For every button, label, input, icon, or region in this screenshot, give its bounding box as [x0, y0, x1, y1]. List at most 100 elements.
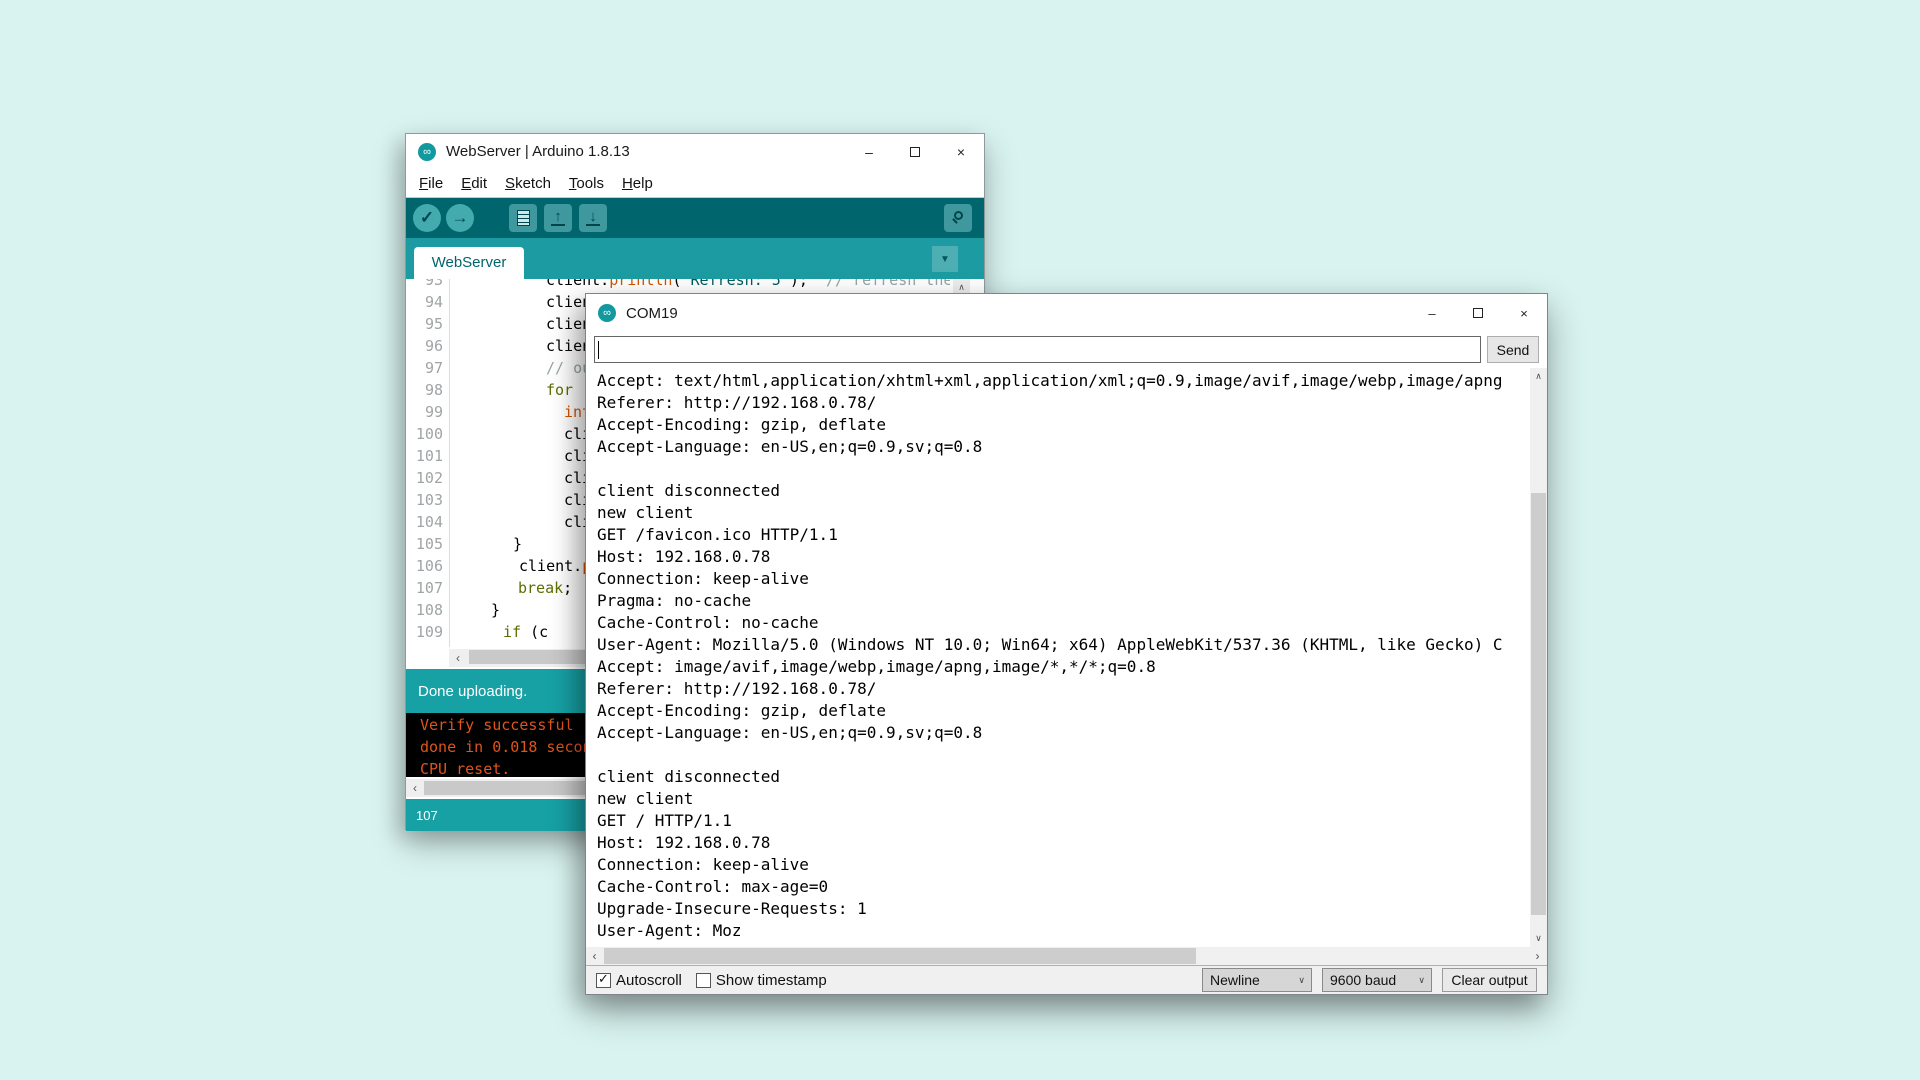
serial-output-line: client disconnected: [597, 767, 1527, 789]
serial-horizontal-scrollbar[interactable]: ‹ ›: [586, 947, 1547, 965]
line-number: 93: [406, 279, 449, 293]
show-timestamp-label: Show timestamp: [716, 972, 827, 989]
show-timestamp-checkbox[interactable]: [696, 973, 711, 988]
minimize-button[interactable]: –: [1409, 294, 1455, 332]
toolbar: ✓ → ↑ ↓: [406, 198, 984, 238]
line-number: 94: [406, 293, 449, 315]
line-number: 105: [406, 535, 449, 557]
serial-output-line: Accept-Encoding: gzip, deflate: [597, 415, 1527, 437]
serial-output-line: Host: 192.168.0.78: [597, 833, 1527, 855]
autoscroll-checkbox[interactable]: ✓: [596, 973, 611, 988]
minimize-button[interactable]: –: [846, 134, 892, 169]
maximize-icon: [1473, 308, 1483, 318]
serial-output-line: Upgrade-Insecure-Requests: 1: [597, 899, 1527, 921]
serial-output-line: [597, 459, 1527, 481]
close-button[interactable]: ×: [1501, 294, 1547, 332]
open-button[interactable]: ↑: [544, 204, 572, 232]
serial-vertical-scrollbar[interactable]: ∧ ∨: [1530, 368, 1547, 947]
serial-output-line: User-Agent: Mozilla/5.0 (Windows NT 10.0…: [597, 635, 1527, 657]
line-number-gutter: 9394959697989910010110210310410510610710…: [406, 279, 449, 645]
serial-output-line: GET /favicon.ico HTTP/1.1: [597, 525, 1527, 547]
line-number: 104: [406, 513, 449, 535]
serial-output-area: Accept: text/html,application/xhtml+xml,…: [586, 368, 1547, 947]
upload-arrow-icon: →: [452, 208, 469, 228]
serial-monitor-button[interactable]: [944, 204, 972, 232]
serial-output-line: Accept: text/html,application/xhtml+xml,…: [597, 371, 1527, 393]
serial-output-line: Referer: http://192.168.0.78/: [597, 393, 1527, 415]
upload-button[interactable]: →: [446, 204, 474, 232]
serial-output-line: Accept-Encoding: gzip, deflate: [597, 701, 1527, 723]
checkmark-icon: ✓: [598, 971, 609, 987]
maximize-button[interactable]: [892, 134, 938, 169]
serial-vscroll-thumb[interactable]: [1531, 493, 1546, 915]
serial-window-title: COM19: [626, 305, 678, 322]
line-number: 106: [406, 557, 449, 579]
serial-controls-bar: ✓ Autoscroll Show timestamp Newline ∨ 96…: [586, 965, 1547, 994]
serial-message-input[interactable]: [594, 336, 1481, 363]
scroll-down-icon[interactable]: ∨: [1530, 930, 1547, 947]
serial-monitor-window: ∞ COM19 – × Send Accept: text/html,appli…: [585, 293, 1548, 995]
clear-output-button[interactable]: Clear output: [1442, 968, 1537, 992]
menu-tools[interactable]: Tools: [560, 172, 613, 195]
menu-sketch[interactable]: Sketch: [496, 172, 560, 195]
serial-output-line: Host: 192.168.0.78: [597, 547, 1527, 569]
serial-input-row: Send: [586, 332, 1547, 368]
arduino-window-title: WebServer | Arduino 1.8.13: [446, 143, 630, 160]
serial-hscroll-thumb[interactable]: [604, 948, 1196, 964]
scroll-right-icon[interactable]: ›: [1529, 947, 1546, 965]
serial-output-line: Pragma: no-cache: [597, 591, 1527, 613]
serial-output-line: Accept-Language: en-US,en;q=0.9,sv;q=0.8: [597, 723, 1527, 745]
upload-status-text: Done uploading.: [418, 683, 527, 700]
save-icon: ↓: [585, 209, 601, 227]
serial-output-line: Connection: keep-alive: [597, 569, 1527, 591]
new-sketch-icon: [517, 210, 530, 226]
serial-output-line: [597, 745, 1527, 767]
autoscroll-label: Autoscroll: [616, 972, 682, 989]
tab-webserver[interactable]: WebServer: [414, 247, 524, 279]
line-number: 109: [406, 623, 449, 645]
serial-output-line: GET / HTTP/1.1: [597, 811, 1527, 833]
serial-output-text: Accept: text/html,application/xhtml+xml,…: [597, 371, 1527, 943]
save-button[interactable]: ↓: [579, 204, 607, 232]
arduino-infinity-icon: ∞: [418, 143, 436, 161]
line-ending-value: Newline: [1210, 972, 1260, 988]
sketch-tabbar: WebServer ▼: [406, 238, 984, 279]
line-number: 101: [406, 447, 449, 469]
line-ending-dropdown[interactable]: Newline ∨: [1202, 968, 1312, 992]
verify-button[interactable]: ✓: [413, 204, 441, 232]
code-line: client.println("Refresh: 5"); // refresh…: [456, 279, 950, 293]
menu-file[interactable]: File: [410, 172, 452, 195]
baud-rate-value: 9600 baud: [1330, 972, 1396, 988]
menu-edit[interactable]: Edit: [452, 172, 496, 195]
verify-check-icon: ✓: [420, 208, 434, 228]
menu-bar: FileEditSketchToolsHelp: [406, 169, 984, 198]
scroll-up-icon[interactable]: ∧: [1530, 368, 1547, 385]
serial-output-line: Accept: image/avif,image/webp,image/apng…: [597, 657, 1527, 679]
tab-list-button[interactable]: ▼: [932, 246, 958, 272]
serial-output-line: Referer: http://192.168.0.78/: [597, 679, 1527, 701]
menu-help[interactable]: Help: [613, 172, 662, 195]
scroll-left-icon[interactable]: ‹: [586, 947, 603, 965]
line-number: 103: [406, 491, 449, 513]
line-number: 98: [406, 381, 449, 403]
send-button[interactable]: Send: [1487, 336, 1539, 363]
chevron-down-icon: ∨: [1298, 975, 1305, 986]
serial-monitor-icon: [950, 210, 966, 226]
new-sketch-button[interactable]: [509, 204, 537, 232]
current-line-number: 107: [416, 808, 438, 823]
serial-output-line: Cache-Control: no-cache: [597, 613, 1527, 635]
line-number: 95: [406, 315, 449, 337]
scroll-left-icon[interactable]: ‹: [408, 780, 422, 796]
scroll-left-icon[interactable]: ‹: [451, 649, 465, 667]
serial-output-line: Cache-Control: max-age=0: [597, 877, 1527, 899]
line-number: 108: [406, 601, 449, 623]
maximize-button[interactable]: [1455, 294, 1501, 332]
line-number: 100: [406, 425, 449, 447]
baud-rate-dropdown[interactable]: 9600 baud ∨: [1322, 968, 1432, 992]
serial-titlebar[interactable]: ∞ COM19 – ×: [586, 294, 1547, 332]
chevron-down-icon: ∨: [1418, 975, 1425, 986]
arduino-titlebar[interactable]: ∞ WebServer | Arduino 1.8.13 – ×: [406, 134, 984, 169]
line-number: 99: [406, 403, 449, 425]
maximize-icon: [910, 147, 920, 157]
close-button[interactable]: ×: [938, 134, 984, 169]
